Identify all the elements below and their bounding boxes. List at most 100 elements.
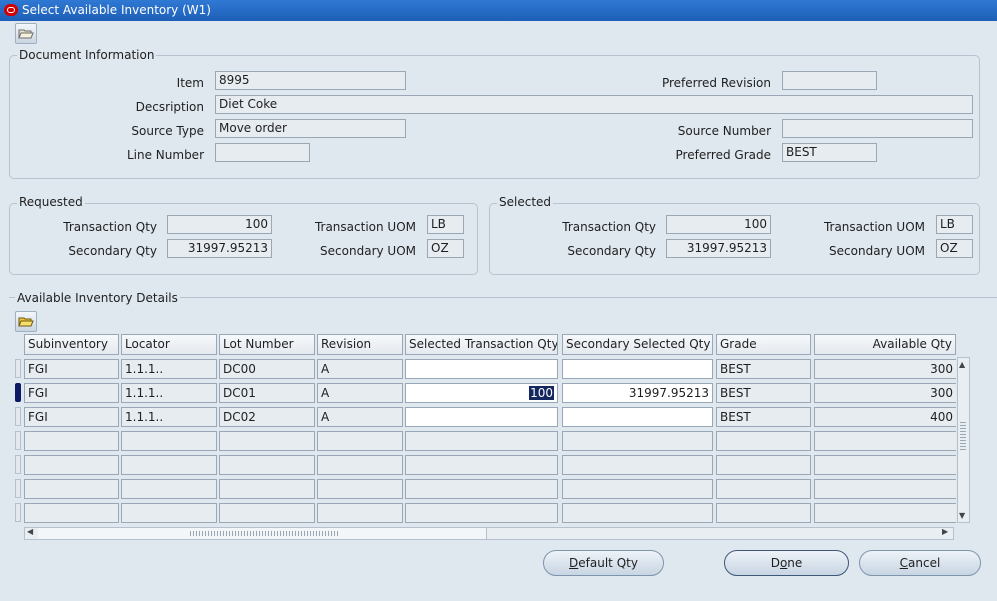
cell-locator[interactable] [121, 431, 217, 451]
cell-lot-number[interactable]: DC00 [219, 359, 315, 379]
cell-grade[interactable] [716, 503, 811, 523]
scroll-down-icon[interactable]: ▼ [959, 511, 965, 520]
cell-locator[interactable] [121, 479, 217, 499]
cell-revision[interactable] [317, 431, 403, 451]
cell-grade[interactable]: BEST [716, 407, 811, 427]
source-number-field[interactable] [782, 119, 973, 138]
cell-available-qty[interactable] [814, 431, 956, 451]
cell-lot-number[interactable] [219, 479, 315, 499]
cell-subinventory[interactable] [24, 431, 119, 451]
cell-available-qty[interactable] [814, 455, 956, 475]
cell-grade[interactable] [716, 431, 811, 451]
cell-lot-number[interactable] [219, 503, 315, 523]
cell-lot-number[interactable] [219, 431, 315, 451]
cell-available-qty[interactable]: 300 [814, 359, 956, 379]
scroll-up-icon[interactable]: ▲ [959, 360, 965, 369]
cell-locator[interactable]: 1.1.1.. [121, 383, 217, 403]
row-indicator[interactable] [15, 455, 21, 474]
requested-secondary-uom-label: Secondary UOM [320, 244, 416, 258]
selected-secondary-uom-field[interactable]: OZ [936, 239, 973, 258]
cell-available-qty[interactable]: 400 [814, 407, 956, 427]
cell-selected-transaction-qty[interactable] [405, 431, 558, 451]
column-header-locator[interactable]: Locator [121, 334, 217, 355]
cell-secondary-selected-qty[interactable]: 31997.95213 [562, 383, 713, 403]
column-header-available-qty[interactable]: Available Qty [814, 334, 956, 355]
selected-text: 100 [529, 386, 554, 400]
row-indicator[interactable] [15, 407, 21, 426]
cell-selected-transaction-qty[interactable]: 100 [405, 383, 558, 403]
requested-secondary-qty-field[interactable]: 31997.95213 [167, 239, 272, 258]
row-indicator[interactable] [15, 359, 21, 378]
selected-transaction-qty-field[interactable]: 100 [666, 215, 771, 234]
cell-revision[interactable] [317, 455, 403, 475]
requested-transaction-qty-field[interactable]: 100 [167, 215, 272, 234]
cell-selected-transaction-qty[interactable] [405, 503, 558, 523]
cell-lot-number[interactable]: DC01 [219, 383, 315, 403]
cell-selected-transaction-qty[interactable] [405, 455, 558, 475]
cell-subinventory[interactable]: FGI [24, 359, 119, 379]
selected-transaction-uom-field[interactable]: LB [936, 215, 973, 234]
column-header-revision[interactable]: Revision [317, 334, 403, 355]
horizontal-scroll-grip-icon[interactable] [190, 531, 340, 536]
cell-lot-number[interactable]: DC02 [219, 407, 315, 427]
cell-selected-transaction-qty[interactable] [405, 407, 558, 427]
column-header-selected-transaction-qty[interactable]: Selected Transaction Qty [405, 334, 558, 355]
row-indicator[interactable] [15, 431, 21, 450]
vertical-scroll-grip-icon[interactable] [960, 422, 966, 452]
cell-subinventory[interactable]: FGI [24, 383, 119, 403]
cell-secondary-selected-qty[interactable] [562, 479, 713, 499]
cell-secondary-selected-qty[interactable] [562, 503, 713, 523]
cell-revision[interactable]: A [317, 407, 403, 427]
cell-subinventory[interactable] [24, 479, 119, 499]
cell-available-qty[interactable]: 300 [814, 383, 956, 403]
row-indicator[interactable] [15, 479, 21, 498]
cell-revision[interactable]: A [317, 383, 403, 403]
column-header-grade[interactable]: Grade [716, 334, 811, 355]
cell-grade[interactable]: BEST [716, 359, 811, 379]
cell-locator[interactable]: 1.1.1.. [121, 359, 217, 379]
cell-grade[interactable] [716, 455, 811, 475]
column-header-subinventory[interactable]: Subinventory [24, 334, 119, 355]
cell-secondary-selected-qty[interactable] [562, 359, 713, 379]
cancel-button[interactable]: Cancel [859, 550, 981, 576]
cell-locator[interactable] [121, 455, 217, 475]
selected-secondary-qty-field[interactable]: 31997.95213 [666, 239, 771, 258]
folder-open-button[interactable] [15, 23, 37, 44]
default-qty-button[interactable]: Default Qty [543, 550, 664, 576]
cell-revision[interactable] [317, 479, 403, 499]
preferred-grade-field[interactable]: BEST [782, 143, 877, 162]
scroll-left-icon[interactable]: ◀ [27, 527, 33, 536]
cell-selected-transaction-qty[interactable] [405, 359, 558, 379]
cell-grade[interactable] [716, 479, 811, 499]
cell-revision[interactable] [317, 503, 403, 523]
line-number-field[interactable] [215, 143, 310, 162]
cell-subinventory[interactable] [24, 455, 119, 475]
cell-available-qty[interactable] [814, 503, 956, 523]
cell-lot-number[interactable] [219, 455, 315, 475]
column-header-lot-number[interactable]: Lot Number [219, 334, 315, 355]
cell-secondary-selected-qty[interactable] [562, 407, 713, 427]
cell-subinventory[interactable] [24, 503, 119, 523]
item-field[interactable]: 8995 [215, 71, 406, 90]
cell-revision[interactable]: A [317, 359, 403, 379]
cell-selected-transaction-qty[interactable] [405, 479, 558, 499]
done-button[interactable]: Done [724, 550, 849, 576]
preferred-revision-field[interactable] [782, 71, 877, 90]
scroll-right-icon[interactable]: ▶ [942, 527, 948, 536]
cell-grade[interactable]: BEST [716, 383, 811, 403]
requested-secondary-uom-field[interactable]: OZ [427, 239, 464, 258]
description-field[interactable]: Diet Coke [215, 95, 973, 114]
source-type-field[interactable]: Move order [215, 119, 406, 138]
row-indicator[interactable] [15, 503, 21, 522]
requested-transaction-uom-field[interactable]: LB [427, 215, 464, 234]
cell-subinventory[interactable]: FGI [24, 407, 119, 427]
cell-secondary-selected-qty[interactable] [562, 431, 713, 451]
row-indicator[interactable] [15, 383, 21, 402]
cell-locator[interactable]: 1.1.1.. [121, 407, 217, 427]
column-header-secondary-selected-qty[interactable]: Secondary Selected Qty [562, 334, 713, 355]
requested-transaction-qty-label: Transaction Qty [63, 220, 157, 234]
folder-tools-button[interactable] [15, 311, 37, 332]
cell-secondary-selected-qty[interactable] [562, 455, 713, 475]
cell-available-qty[interactable] [814, 479, 956, 499]
cell-locator[interactable] [121, 503, 217, 523]
